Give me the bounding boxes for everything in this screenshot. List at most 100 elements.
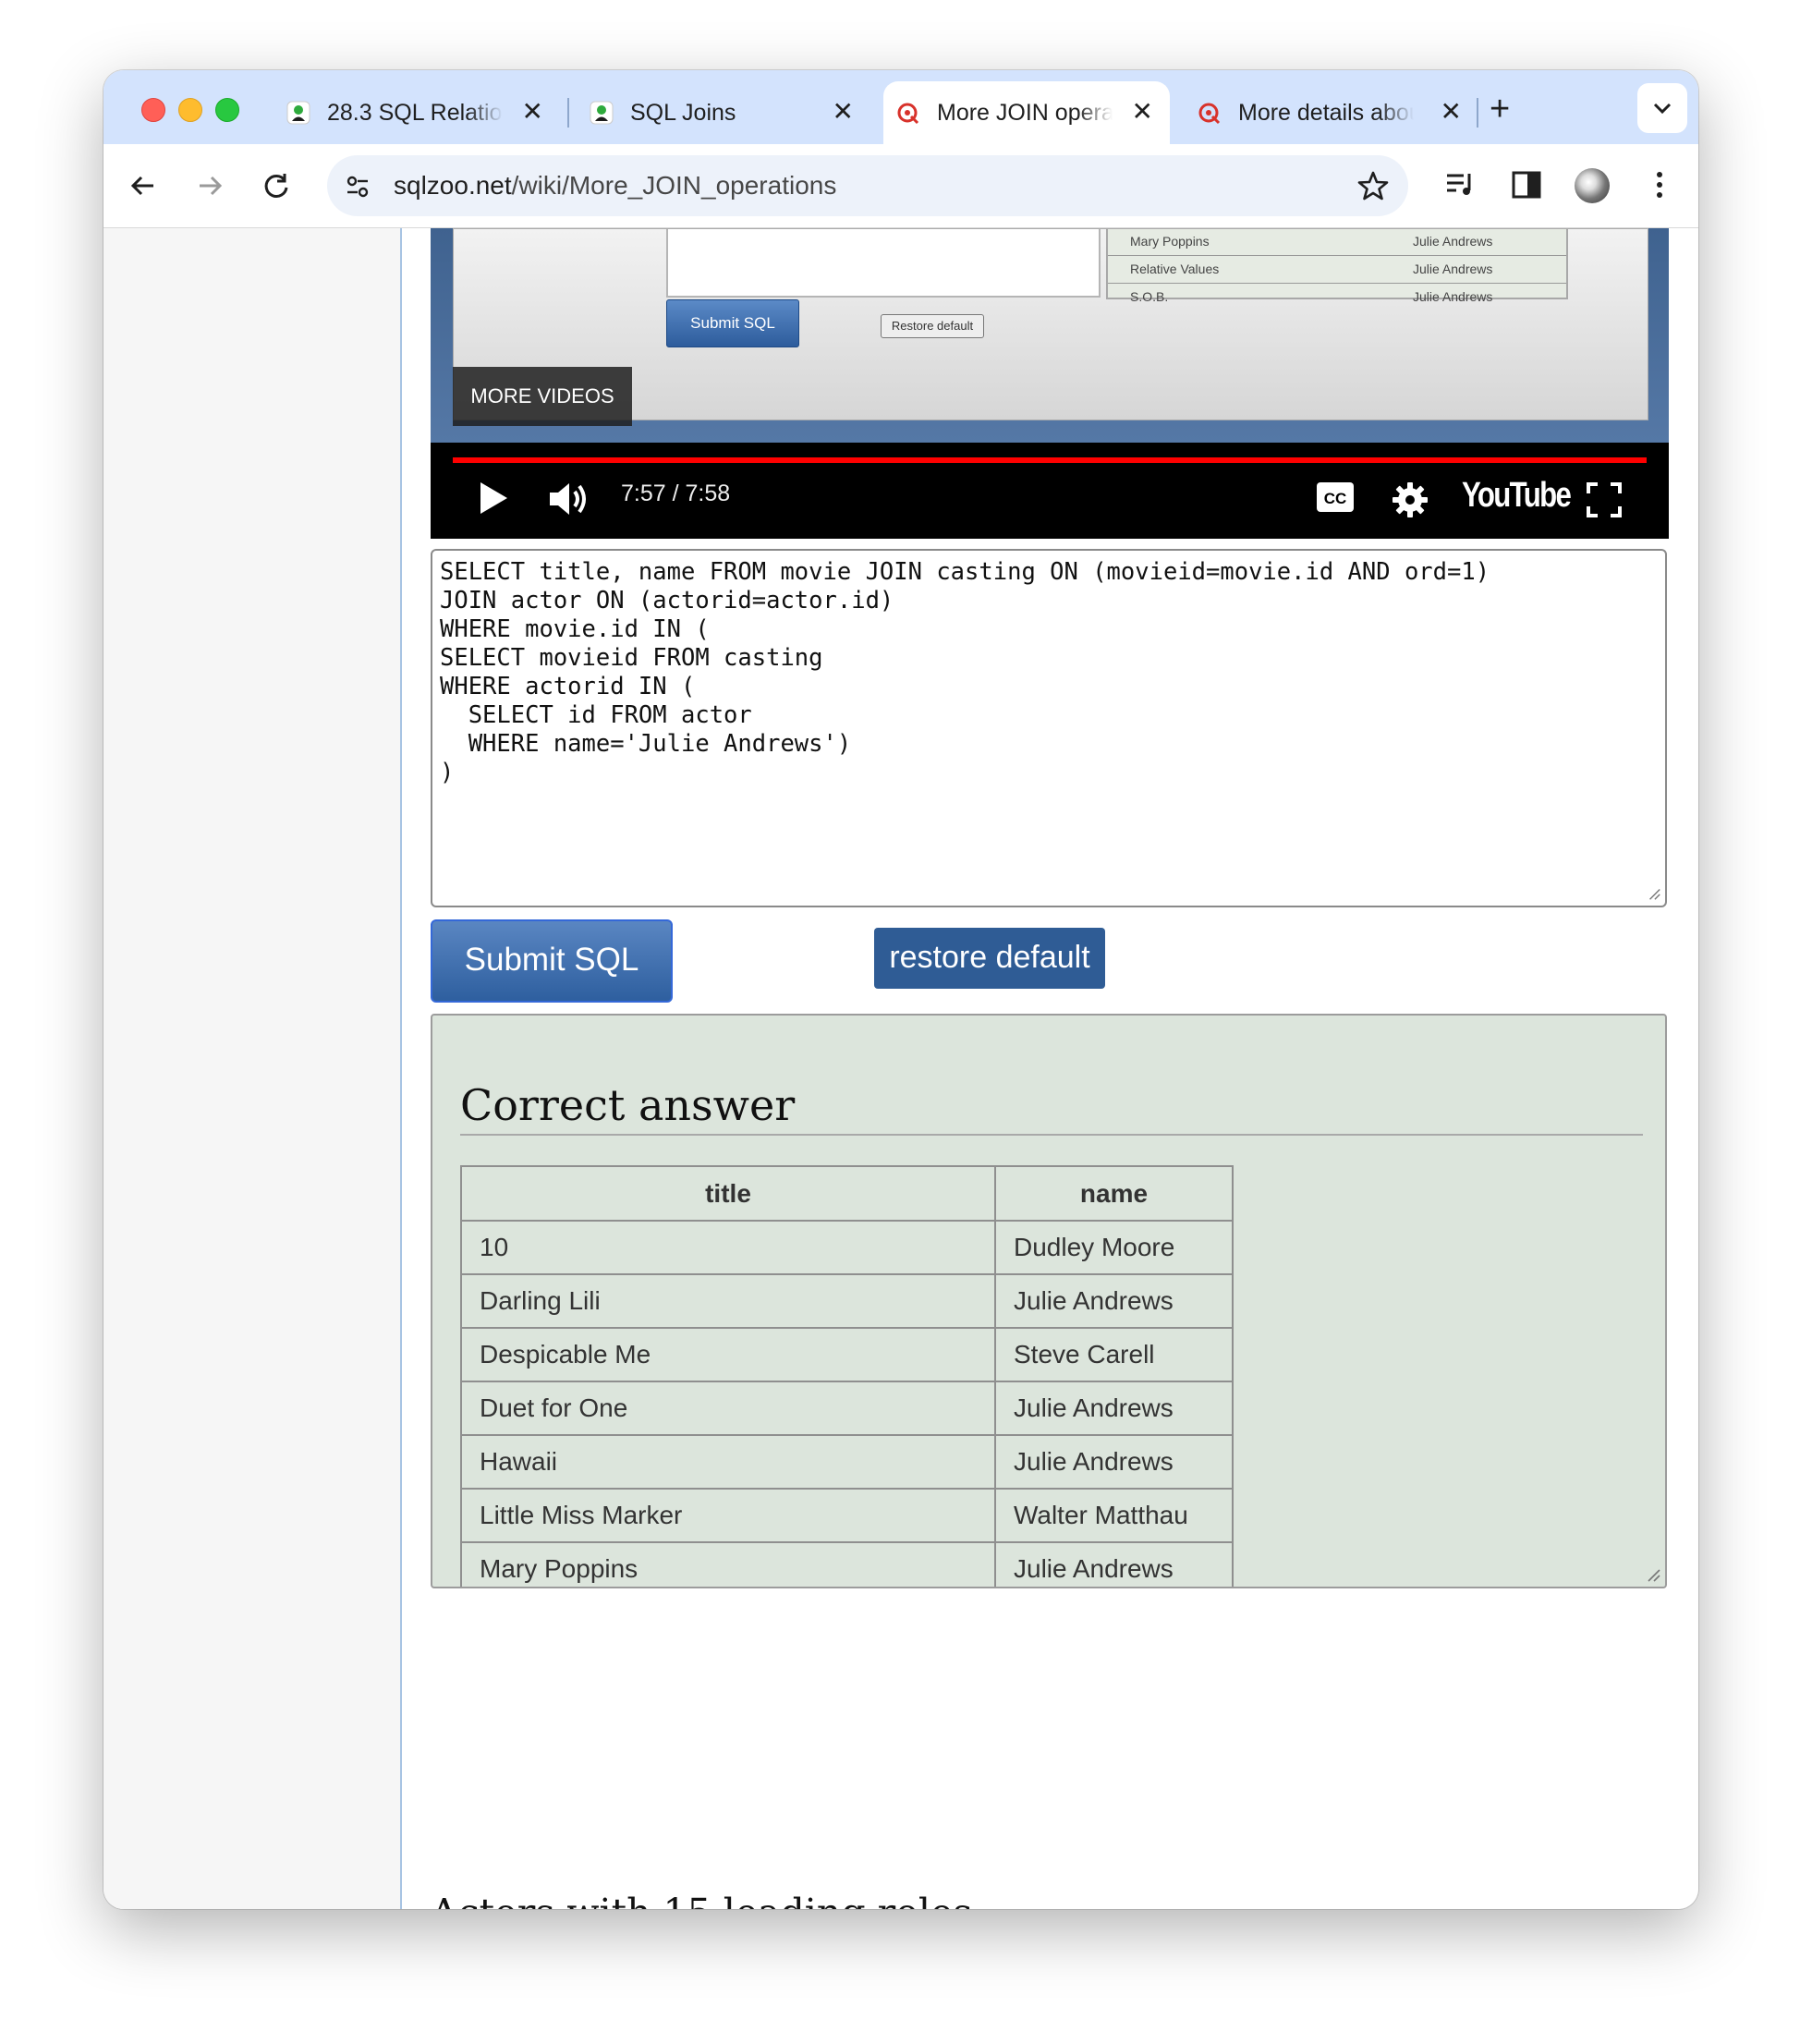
profile-avatar[interactable] — [1575, 168, 1610, 203]
video-table-row: Relative Values Julie Andrews — [1108, 257, 1566, 284]
table-row: Little Miss Marker Walter Matthau — [460, 1488, 1234, 1543]
cell-title: Hawaii — [460, 1434, 996, 1490]
left-sidebar — [103, 228, 402, 1909]
table-row: 10 Dudley Moore — [460, 1220, 1234, 1275]
video-cell-name: Julie Andrews — [1413, 289, 1493, 304]
bookmark-star-icon[interactable] — [1356, 169, 1390, 202]
sql-editor-textarea[interactable]: SELECT title, name FROM movie JOIN casti… — [431, 549, 1667, 907]
more-videos-button[interactable]: MORE VIDEOS — [453, 367, 632, 426]
video-table-row: S.O.B. Julie Andrews — [1108, 285, 1566, 310]
video-cell-title: S.O.B. — [1130, 289, 1169, 304]
submit-sql-button[interactable]: Submit SQL — [431, 919, 673, 1003]
close-tab-icon[interactable]: ✕ — [1441, 99, 1462, 125]
cell-title: Little Miss Marker — [460, 1488, 996, 1543]
zybooks-icon — [590, 101, 614, 125]
tab-search-button[interactable] — [1637, 83, 1687, 133]
close-window-button[interactable] — [141, 98, 165, 122]
tab-more-details[interactable]: More details about the database ✕ — [1185, 81, 1478, 144]
video-cell-title: Relative Values — [1130, 262, 1220, 276]
cell-name: Dudley Moore — [994, 1220, 1234, 1275]
close-tab-icon[interactable]: ✕ — [522, 99, 543, 125]
site-settings-icon[interactable] — [344, 173, 371, 201]
side-panel-icon[interactable] — [1508, 166, 1545, 203]
tab-sql-relational[interactable]: 28.3 SQL Relational Databases ✕ — [274, 81, 560, 144]
tab-sql-joins[interactable]: SQL Joins ✕ — [577, 81, 870, 144]
video-cell-title: Mary Poppins — [1130, 234, 1210, 249]
address-bar[interactable]: sqlzoo.net/wiki/More_JOIN_operations — [327, 155, 1408, 216]
more-menu-icon[interactable] — [1641, 166, 1678, 203]
tab-separator — [1477, 98, 1478, 128]
page-content: Mary Poppins Julie Andrews Relative Valu… — [103, 228, 1698, 1909]
cell-title: Mary Poppins — [460, 1541, 996, 1587]
video-screen-content: Mary Poppins Julie Andrews Relative Valu… — [453, 228, 1648, 420]
column-header-name: name — [994, 1165, 1234, 1222]
cell-name: Walter Matthau — [994, 1488, 1234, 1543]
tab-title: SQL Joins — [630, 100, 736, 126]
cell-title: Despicable Me — [460, 1327, 996, 1382]
answer-heading: Correct answer — [460, 1080, 1643, 1136]
forward-arrow-icon[interactable] — [190, 166, 229, 205]
video-time: 7:57 / 7:58 — [621, 481, 731, 506]
browser-window: 28.3 SQL Relational Databases ✕ SQL Join… — [103, 70, 1698, 1909]
back-arrow-icon[interactable] — [124, 166, 163, 205]
video-cell-name: Julie Andrews — [1413, 262, 1493, 276]
answer-panel: Correct answer title name 10 Dudley Moor… — [431, 1014, 1667, 1588]
fullscreen-icon[interactable] — [1586, 481, 1623, 518]
cell-title: Duet for One — [460, 1381, 996, 1436]
table-row: Duet for One Julie Andrews — [460, 1381, 1234, 1436]
chevron-down-icon — [1653, 103, 1672, 115]
settings-gear-icon[interactable] — [1392, 481, 1429, 518]
table-row: Despicable Me Steve Carell — [460, 1327, 1234, 1382]
video-cell-name: Julie Andrews — [1413, 234, 1493, 249]
tab-separator — [567, 98, 569, 128]
video-submit-sql-button: Submit SQL — [666, 299, 799, 347]
cell-name: Julie Andrews — [994, 1434, 1234, 1490]
tab-title: More JOIN operations — [937, 100, 1113, 126]
sqlzoo-icon — [897, 103, 919, 125]
play-icon[interactable] — [477, 480, 510, 517]
tab-strip: 28.3 SQL Relational Databases ✕ SQL Join… — [103, 70, 1698, 144]
svg-text:CC: CC — [1324, 490, 1347, 507]
table-header-row: title name — [460, 1165, 1234, 1222]
new-tab-button[interactable]: + — [1490, 91, 1510, 128]
table-row: Mary Poppins Julie Andrews — [460, 1541, 1234, 1587]
closed-captions-icon[interactable]: CC — [1316, 481, 1355, 513]
video-restore-default-button: Restore default — [881, 314, 984, 338]
resize-handle-icon[interactable] — [1647, 886, 1661, 901]
table-row: Darling Lili Julie Andrews — [460, 1273, 1234, 1329]
cell-name: Julie Andrews — [994, 1273, 1234, 1329]
maximize-window-button[interactable] — [215, 98, 239, 122]
video-result-table: Mary Poppins Julie Andrews Relative Valu… — [1106, 229, 1568, 304]
cell-name: Julie Andrews — [994, 1541, 1234, 1587]
minimize-window-button[interactable] — [178, 98, 202, 122]
close-tab-icon[interactable]: ✕ — [1132, 99, 1153, 125]
cell-name: Julie Andrews — [994, 1381, 1234, 1436]
column-header-title: title — [460, 1165, 996, 1222]
video-sql-textarea — [666, 229, 1101, 298]
tab-title: 28.3 SQL Relational Databases — [327, 100, 503, 126]
video-controls: 7:57 / 7:58 CC YouTube — [431, 463, 1669, 539]
url-host: sqlzoo.net — [394, 171, 512, 200]
volume-icon[interactable] — [547, 480, 590, 518]
cell-name: Steve Carell — [994, 1327, 1234, 1382]
media-controls-icon[interactable] — [1441, 166, 1478, 203]
section-heading: Actors with 15 leading roles — [431, 1891, 1667, 1909]
youtube-video-player[interactable]: Mary Poppins Julie Andrews Relative Valu… — [431, 228, 1669, 539]
resize-handle-icon[interactable] — [1645, 1566, 1661, 1583]
sqlzoo-icon — [1198, 103, 1221, 125]
video-table-row: Mary Poppins Julie Andrews — [1108, 229, 1566, 256]
close-tab-icon[interactable]: ✕ — [833, 99, 854, 125]
url-path: /wiki/More_JOIN_operations — [511, 171, 837, 200]
url-text[interactable]: sqlzoo.net/wiki/More_JOIN_operations — [394, 171, 836, 201]
browser-toolbar: sqlzoo.net/wiki/More_JOIN_operations — [103, 144, 1698, 228]
result-table: title name 10 Dudley Moore Darling Lili … — [460, 1165, 1234, 1587]
restore-default-button[interactable]: restore default — [874, 928, 1105, 989]
tab-more-join-operations[interactable]: More JOIN operations ✕ — [883, 81, 1170, 144]
cell-title: Darling Lili — [460, 1273, 996, 1329]
cell-title: 10 — [460, 1220, 996, 1275]
zybooks-icon — [286, 101, 310, 125]
reload-icon[interactable] — [257, 166, 296, 205]
table-row: Hawaii Julie Andrews — [460, 1434, 1234, 1490]
youtube-logo[interactable]: YouTube — [1462, 476, 1572, 516]
tab-title: More details about the database — [1238, 100, 1414, 126]
